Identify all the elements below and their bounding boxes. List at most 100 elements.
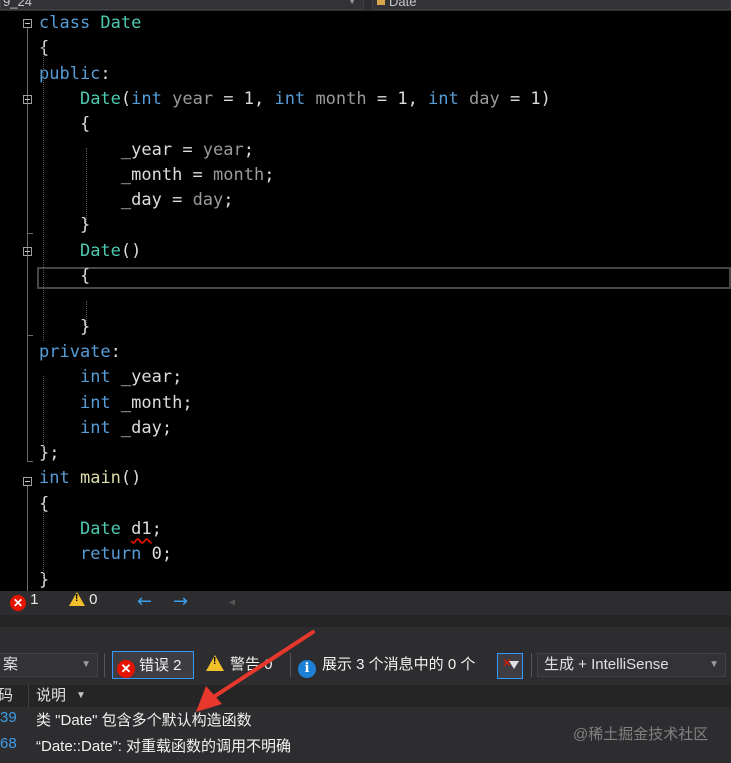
class-icon bbox=[377, 0, 385, 5]
error-description: 类 "Date" 包含多个默认构造函数 bbox=[36, 712, 252, 729]
code-editor[interactable]: class Date{public: Date(int year = 1, in… bbox=[0, 11, 731, 591]
code-line[interactable]: { bbox=[39, 36, 49, 61]
code-line[interactable]: } bbox=[39, 315, 90, 340]
outline-line bbox=[27, 486, 28, 591]
code-token: _month bbox=[120, 164, 183, 185]
code-token: month bbox=[213, 164, 265, 185]
code-line[interactable]: { bbox=[39, 264, 90, 289]
sort-chevron-icon[interactable]: ▼ bbox=[76, 685, 86, 707]
watermark: @稀土掘金技术社区 bbox=[573, 726, 709, 743]
collapse-constructor-icon[interactable] bbox=[23, 95, 32, 104]
description-column-header[interactable]: 说明 bbox=[36, 685, 66, 707]
code-token: Date bbox=[79, 88, 121, 109]
code-token: _day bbox=[120, 190, 162, 211]
editor-status-bar: ✕ 1 0 ← → ◀ bbox=[0, 591, 731, 615]
error-count: 1 bbox=[30, 591, 39, 608]
warning-count-indicator[interactable]: 0 bbox=[69, 591, 98, 615]
solution-scope-dropdown[interactable]: 案 ▼ bbox=[0, 653, 98, 677]
code-token: _month bbox=[110, 392, 183, 413]
error-count-indicator[interactable]: ✕ 1 bbox=[10, 591, 39, 615]
navigate-back-button[interactable]: ← bbox=[137, 591, 152, 615]
code-column-header[interactable]: 码 bbox=[0, 685, 13, 707]
code-line[interactable]: _year = year; bbox=[39, 138, 254, 163]
code-token: } bbox=[39, 569, 50, 590]
code-token: int bbox=[428, 88, 459, 109]
navigate-forward-button[interactable]: → bbox=[173, 591, 188, 615]
errors-filter-button[interactable]: ✕ 错误 2 bbox=[112, 651, 194, 679]
code-token: main bbox=[79, 468, 121, 489]
code-line[interactable]: Date d1; bbox=[39, 517, 162, 542]
code-line[interactable]: int _day; bbox=[39, 416, 172, 441]
code-line[interactable]: private: bbox=[39, 340, 121, 365]
member-dropdown[interactable]: Date bbox=[372, 0, 731, 10]
code-line[interactable]: return 0; bbox=[39, 542, 172, 567]
code-line[interactable]: int main() bbox=[39, 466, 141, 491]
code-token: public bbox=[39, 63, 101, 84]
indent-guide bbox=[43, 505, 44, 581]
messages-filter-button[interactable]: i 展示 3 个消息中的 0 个 bbox=[298, 651, 488, 679]
collapse-main-icon[interactable] bbox=[23, 477, 32, 486]
code-line[interactable]: class Date bbox=[39, 11, 141, 36]
code-line[interactable]: public: bbox=[39, 62, 111, 87]
code-token: year bbox=[161, 88, 214, 109]
warning-icon bbox=[206, 655, 224, 671]
code-token: ; bbox=[182, 392, 193, 413]
scope-dropdown-value: 9_24 bbox=[3, 0, 32, 9]
code-line[interactable]: { bbox=[39, 492, 49, 517]
build-source-dropdown[interactable]: 生成 + IntelliSense ▼ bbox=[537, 653, 726, 677]
outline-end-tick bbox=[27, 233, 33, 234]
code-token: Date bbox=[79, 240, 121, 261]
filter-button[interactable]: ✕ bbox=[497, 653, 523, 679]
collapse-default-constructor-icon[interactable] bbox=[23, 247, 32, 256]
code-line[interactable]: Date(int year = 1, int month = 1, int da… bbox=[39, 87, 551, 112]
errors-filter-label: 错误 2 bbox=[139, 657, 182, 674]
scope-dropdown[interactable]: 9_24 ▼ bbox=[0, 0, 364, 10]
code-line[interactable]: int _month; bbox=[39, 391, 193, 416]
code-token: = 1) bbox=[499, 88, 551, 109]
code-line[interactable]: int _year; bbox=[39, 365, 182, 390]
code-token: : bbox=[110, 341, 121, 362]
collapse-class-icon[interactable] bbox=[23, 19, 32, 28]
code-line[interactable]: _month = month; bbox=[39, 163, 275, 188]
panel-splitter[interactable] bbox=[0, 615, 731, 627]
error-code: 39 bbox=[0, 709, 17, 726]
code-line[interactable]: Date() bbox=[39, 239, 141, 264]
warnings-filter-label: 警告 0 bbox=[230, 656, 273, 673]
funnel-icon bbox=[509, 661, 519, 669]
code-token: class bbox=[39, 13, 101, 33]
code-token: year bbox=[202, 139, 244, 160]
code-token: _year bbox=[120, 139, 173, 160]
code-token: private bbox=[39, 341, 111, 362]
code-token: = 1, bbox=[213, 88, 275, 109]
build-source-value: 生成 + IntelliSense bbox=[544, 656, 669, 673]
code-line[interactable]: { bbox=[39, 112, 90, 137]
warnings-filter-button[interactable]: 警告 0 bbox=[206, 651, 286, 679]
column-divider[interactable] bbox=[28, 685, 29, 707]
code-line[interactable]: } bbox=[39, 213, 90, 238]
error-squiggle-token: d1 bbox=[131, 519, 152, 539]
code-token: } bbox=[39, 316, 91, 337]
outline-line bbox=[27, 28, 28, 461]
code-token: ; bbox=[243, 139, 254, 160]
toolbar-divider bbox=[290, 653, 291, 677]
code-token: () bbox=[120, 468, 142, 489]
code-token: int bbox=[131, 88, 162, 109]
code-token: int bbox=[79, 417, 111, 438]
member-dropdown-value: Date bbox=[389, 0, 417, 9]
scroll-left-icon[interactable]: ◀ bbox=[229, 591, 235, 615]
code-token: { bbox=[39, 38, 50, 59]
code-token: { bbox=[39, 114, 91, 135]
code-line[interactable]: _day = day; bbox=[39, 188, 234, 213]
code-token: () bbox=[120, 240, 142, 261]
code-token: int bbox=[274, 88, 306, 109]
outline-end-tick bbox=[27, 335, 33, 336]
code-line[interactable]: } bbox=[39, 568, 49, 591]
error-icon: ✕ bbox=[117, 660, 135, 678]
code-token: { bbox=[39, 493, 50, 514]
